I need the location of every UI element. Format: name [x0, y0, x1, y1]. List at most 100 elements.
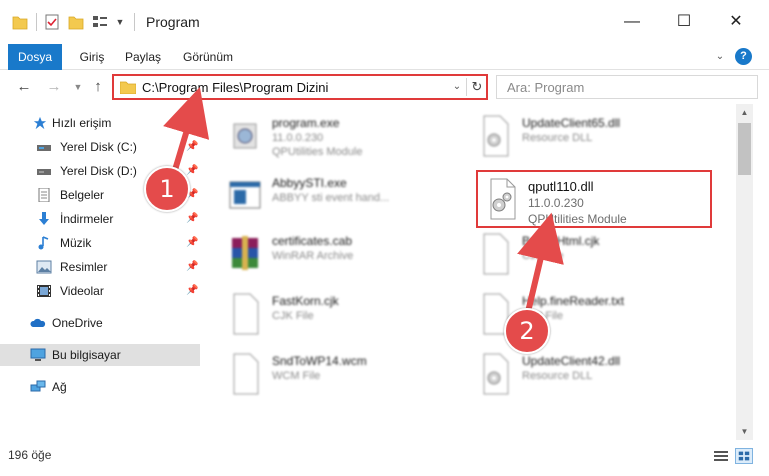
sidebar-item-label: Yerel Disk (D:)	[60, 164, 137, 178]
folder-icon[interactable]	[12, 12, 28, 32]
dll-gear-icon	[483, 353, 509, 395]
sidebar-item-onedrive[interactable]: OneDrive	[0, 312, 200, 334]
blank-file-icon	[483, 233, 509, 275]
address-dropdown-icon[interactable]: ⌄	[450, 79, 464, 95]
window-title: Program	[146, 14, 200, 30]
scroll-down-icon[interactable]: ▼	[736, 423, 753, 440]
tab-paylas[interactable]: Paylaş	[120, 44, 166, 70]
properties-check-icon[interactable]	[44, 12, 60, 32]
sidebar-item-quick-access[interactable]: Hızlı erişim	[0, 112, 200, 134]
pin-icon[interactable]: 📌	[186, 208, 198, 230]
refresh-button[interactable]: ↻	[469, 78, 485, 96]
video-icon	[37, 285, 51, 297]
sidebar-item-videos[interactable]: Videolar 📌	[0, 280, 200, 302]
pin-icon[interactable]: 📌	[186, 136, 198, 158]
forward-button[interactable]: →	[44, 77, 64, 97]
file-tile[interactable]: FastKorn.cjk CJK File	[222, 288, 472, 344]
file-list: program.exe 11.0.0.230 QPUtilities Modul…	[206, 104, 736, 440]
sidebar-item-label: Bu bilgisayar	[52, 348, 121, 362]
item-count: 196 öğe	[8, 448, 52, 462]
file-name: certificates.cab	[272, 234, 353, 248]
new-folder-icon[interactable]	[68, 12, 84, 32]
blank-file-icon	[233, 353, 259, 395]
pictures-icon	[36, 260, 52, 274]
sidebar-item-label: Resimler	[60, 260, 108, 274]
expand-ribbon-icon[interactable]: ⌄	[712, 49, 728, 65]
file-description: QPUtilities Module	[528, 212, 627, 226]
view-options-icon[interactable]	[92, 12, 108, 32]
file-name: ButtonHtml.cjk	[522, 234, 600, 248]
file-detail: CJK File	[272, 310, 314, 322]
highlighted-file-tile[interactable]: qputl110.dll 11.0.0.230 QPUtilities Modu…	[476, 170, 712, 228]
tab-dosya[interactable]: Dosya	[8, 44, 62, 70]
sidebar-item-label: İndirmeler	[60, 212, 114, 226]
customize-quick-access-icon[interactable]: ▼	[115, 12, 125, 32]
sidebar-item-label: Ağ	[52, 380, 67, 394]
step-1-callout: 1	[144, 166, 190, 212]
exe-icon	[233, 123, 257, 149]
sidebar-item-this-pc[interactable]: Bu bilgisayar	[0, 344, 200, 366]
file-tile[interactable]: AbbyySTI.exe ABBYY sti event hand...	[222, 170, 472, 226]
close-button[interactable]: ✕	[716, 8, 756, 36]
sidebar-item-label: Müzik	[60, 236, 92, 250]
search-placeholder: Ara: Program	[507, 80, 585, 95]
tab-giris[interactable]: Giriş	[72, 44, 112, 70]
file-name: qputl110.dll	[528, 179, 594, 194]
pin-icon[interactable]: 📌	[186, 232, 198, 254]
file-detail: Resource DLL	[522, 132, 593, 144]
file-tile[interactable]: program.exe 11.0.0.230 QPUtilities Modul…	[222, 110, 472, 166]
file-tile[interactable]: UpdateClient42.dll Resource DLL	[472, 348, 722, 404]
file-tile[interactable]: ButtonHtml.cjk CJK File	[472, 228, 722, 284]
toolbar-separator	[36, 13, 37, 31]
file-name: AbbyySTI.exe	[272, 176, 347, 190]
scroll-up-icon[interactable]: ▲	[736, 104, 753, 121]
file-name: FastKorn.cjk	[272, 294, 339, 308]
toolbar-separator	[134, 13, 135, 31]
sidebar-item-label: Hızlı erişim	[52, 116, 112, 130]
step-2-callout: 2	[504, 308, 550, 354]
address-path[interactable]: C:\Program Files\Program Dizini	[142, 80, 328, 95]
drive-icon	[37, 145, 51, 151]
pin-icon[interactable]: 📌	[186, 280, 198, 302]
file-tile[interactable]: UpdateClient65.dll Resource DLL	[472, 110, 722, 166]
download-icon	[39, 212, 49, 225]
address-separator	[466, 78, 467, 96]
file-tile[interactable]: SndToWP14.wcm WCM File	[222, 348, 472, 404]
documents-icon	[38, 188, 50, 202]
sidebar-item-label: Belgeler	[60, 188, 105, 202]
file-tile[interactable]: certificates.cab WinRAR Archive	[222, 228, 472, 284]
folder-icon	[120, 81, 136, 94]
details-view-icon[interactable]	[712, 448, 730, 464]
title-bar: ▼ Program — ☐ ✕	[0, 0, 769, 44]
maximize-button[interactable]: ☐	[664, 8, 704, 36]
sidebar-item-local-disk-c[interactable]: Yerel Disk (C:) 📌	[0, 136, 200, 158]
ribbon-tabs: Dosya Giriş Paylaş Görünüm ⌄ ?	[0, 44, 769, 70]
sidebar-item-pictures[interactable]: Resimler 📌	[0, 256, 200, 278]
search-input[interactable]: Ara: Program	[496, 75, 758, 99]
computer-icon	[30, 348, 46, 361]
back-button[interactable]: ←	[14, 77, 34, 97]
file-detail: ABBYY sti event hand...	[272, 192, 390, 204]
tab-gorunum[interactable]: Görünüm	[178, 44, 238, 70]
pin-icon[interactable]: 📌	[186, 256, 198, 278]
tiles-view-icon[interactable]	[735, 448, 753, 464]
scroll-thumb[interactable]	[738, 123, 751, 175]
navigation-bar: ← → ▼ ↑ C:\Program Files\Program Dizini …	[0, 70, 769, 104]
minimize-button[interactable]: —	[612, 8, 652, 36]
exe-window-icon	[229, 181, 261, 209]
dll-gear-icon	[483, 115, 509, 157]
music-icon	[38, 236, 49, 250]
sidebar-item-music[interactable]: Müzik 📌	[0, 232, 200, 254]
sidebar-item-label: OneDrive	[52, 316, 103, 330]
file-name: UpdateClient42.dll	[522, 354, 621, 368]
up-button[interactable]: ↑	[88, 77, 108, 97]
file-detail: QPUtilities Module	[272, 146, 363, 158]
drive-icon	[37, 169, 51, 175]
vertical-scrollbar[interactable]: ▲ ▼	[736, 104, 753, 440]
help-icon[interactable]: ?	[735, 48, 752, 65]
network-icon	[30, 380, 46, 392]
file-name: Help.fineReader.txt	[522, 294, 625, 308]
address-bar[interactable]: C:\Program Files\Program Dizini ⌄ ↻	[112, 74, 488, 100]
sidebar-item-network[interactable]: Ağ	[0, 376, 200, 398]
recent-locations-icon[interactable]: ▼	[68, 77, 88, 97]
